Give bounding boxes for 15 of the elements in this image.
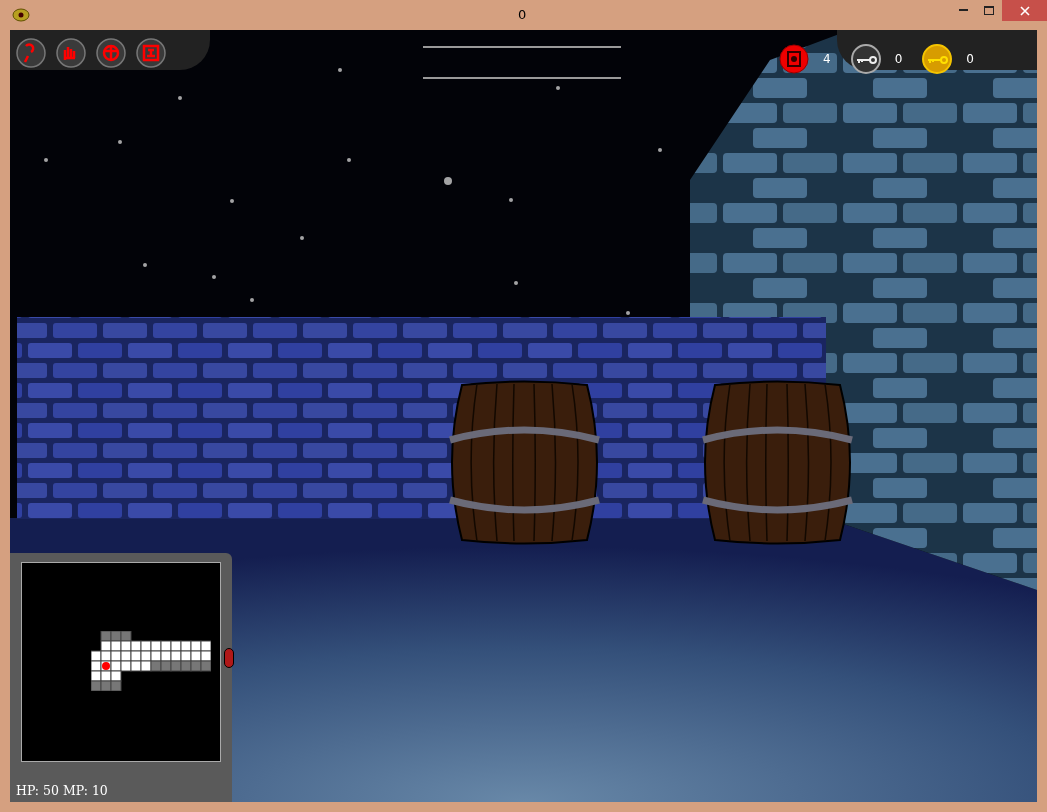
orb-icon[interactable] <box>96 38 126 68</box>
app-eye-icon <box>12 8 30 22</box>
close-icon <box>1019 5 1030 16</box>
minimize-icon <box>958 9 968 12</box>
counter-value: 0 <box>966 51 974 68</box>
window-title: 0 <box>518 8 527 21</box>
hand-icon[interactable] <box>56 38 86 68</box>
key-icon <box>922 44 953 74</box>
minimap-gem <box>224 648 234 668</box>
stats-text: HP: 50 MP: 10 <box>16 782 109 800</box>
maximize-icon <box>984 6 994 15</box>
counter-value: 4 <box>823 51 831 68</box>
emblem-icon <box>779 44 809 74</box>
counter-value: 0 <box>894 51 903 68</box>
key-icon <box>850 44 881 74</box>
